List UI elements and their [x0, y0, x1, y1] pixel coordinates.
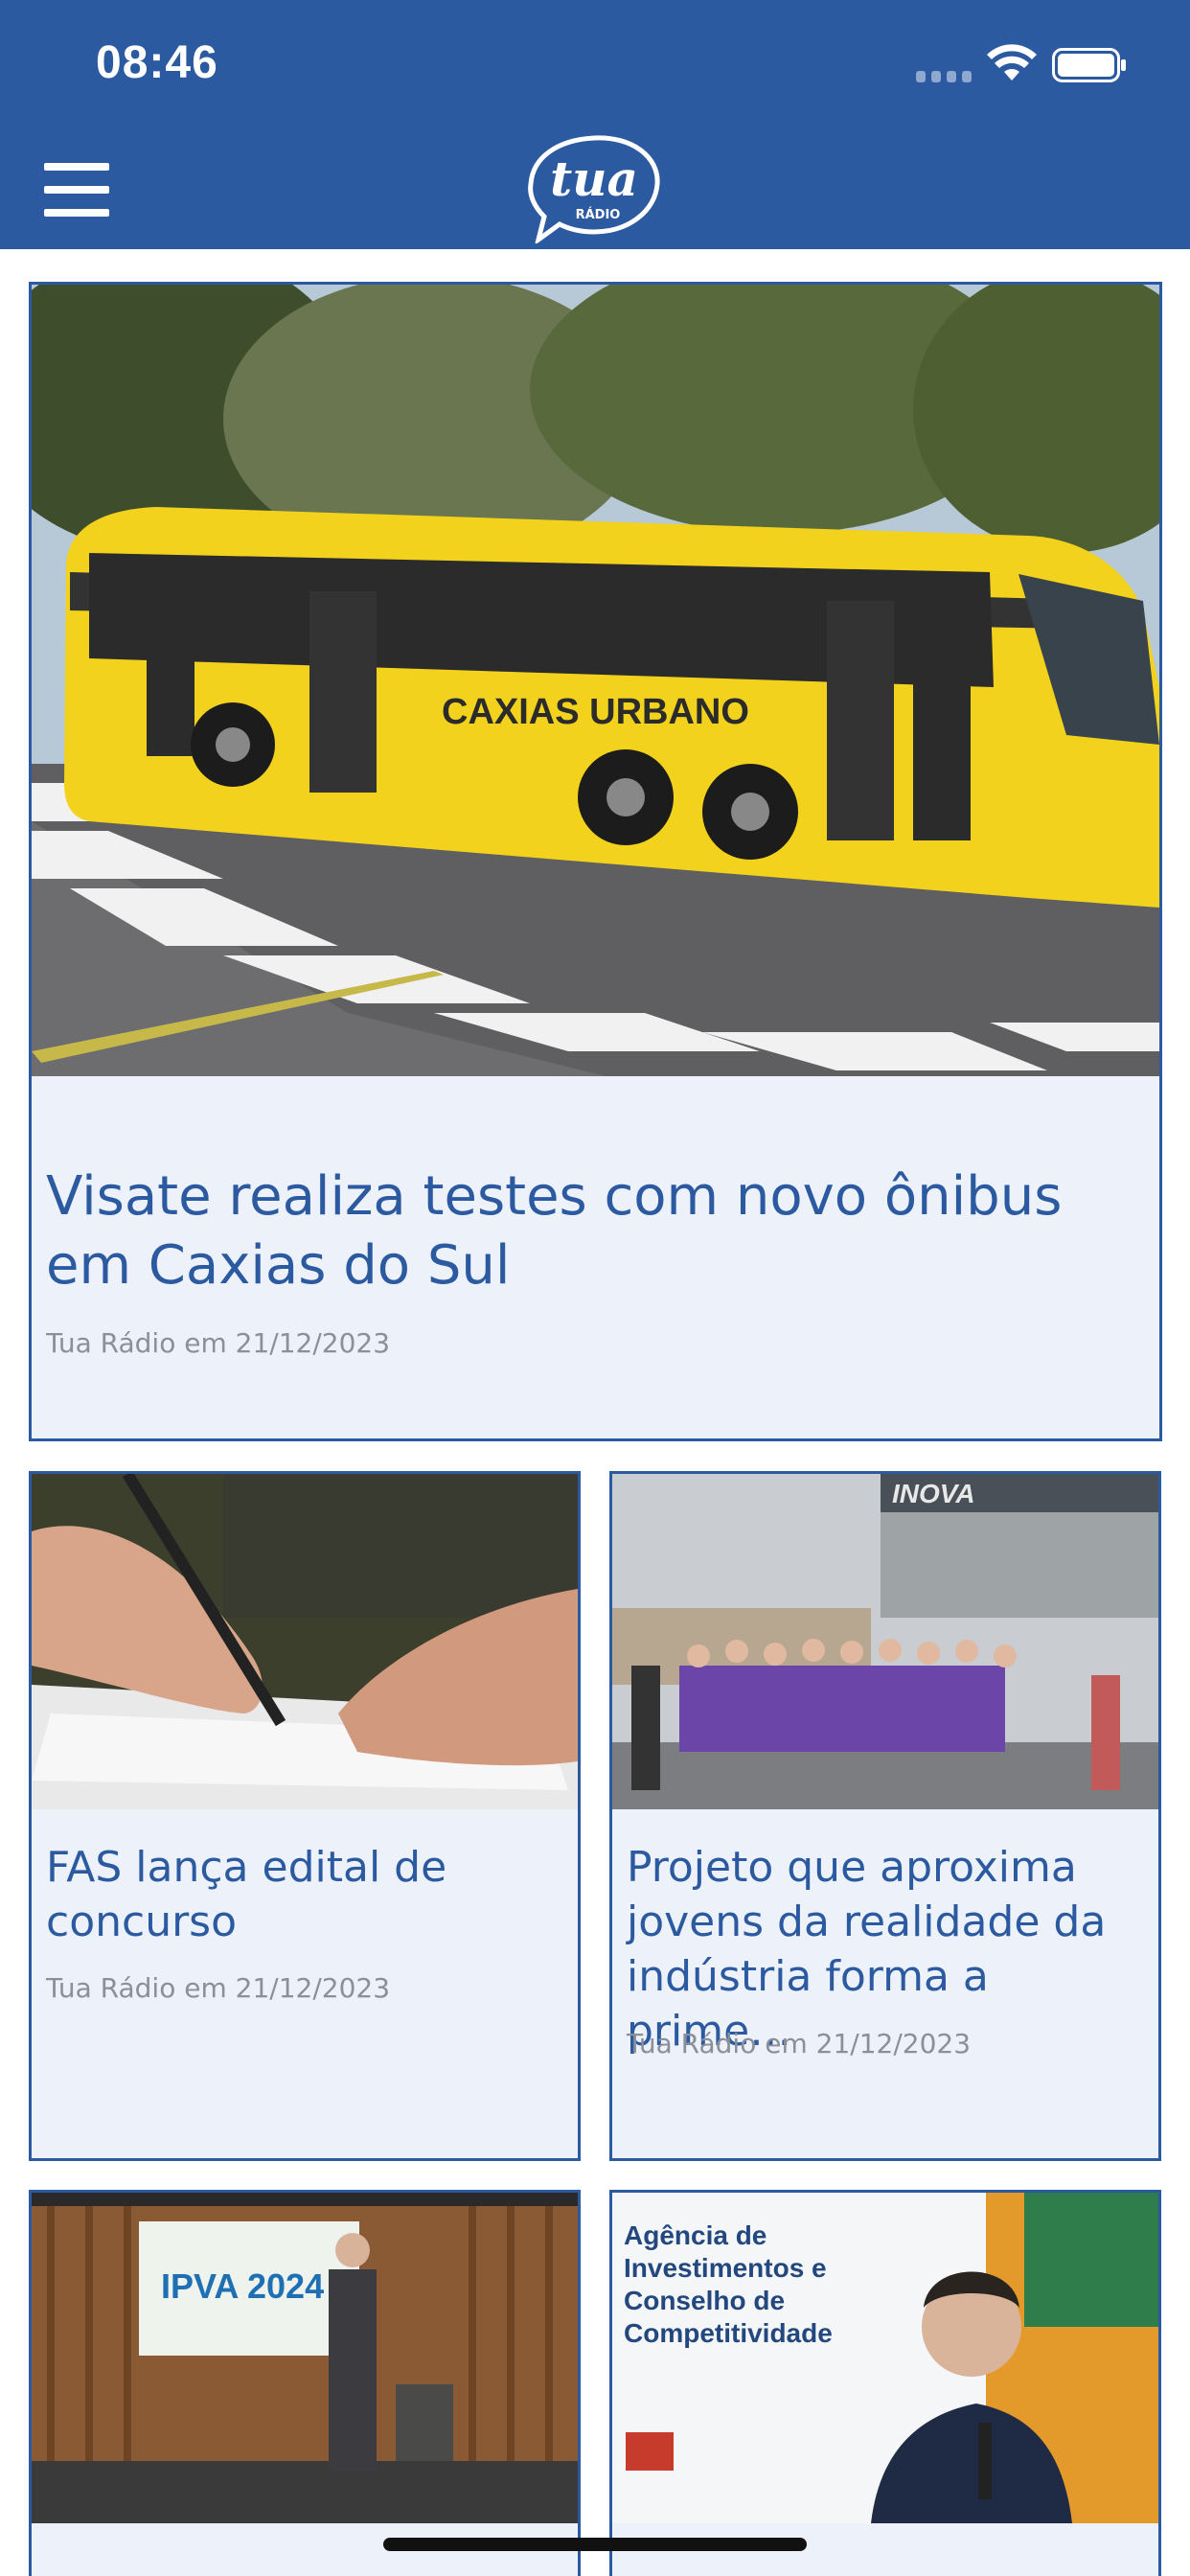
slide-headline: Agência de Investimentos e Conselho de C…	[624, 2220, 833, 2348]
tua-radio-logo[interactable]: tua RÁDIO	[525, 132, 663, 243]
status-time: 08:46	[96, 37, 218, 88]
article-meta: Tua Rádio em 21/12/2023	[627, 2028, 972, 2059]
article-image	[32, 1474, 578, 1809]
article-image: IPVA 2024	[32, 2193, 578, 2523]
article-card[interactable]: Agência de Investimentos e Conselho de C…	[609, 2190, 1161, 2576]
article-card[interactable]: FAS lança edital de concurso Tua Rádio e…	[29, 1471, 581, 2161]
featured-article-card[interactable]: CAXIAS URBANO Visate realiza testes com …	[29, 282, 1162, 1441]
app-header: 08:46 tua RÁDIO	[0, 0, 1190, 249]
article-meta: Tua Rádio em 21/12/2023	[46, 1327, 391, 1359]
article-image: CAXIAS URBANO	[32, 285, 1159, 1076]
article-card[interactable]: INOVA Projeto que aproxima jovens da rea…	[609, 1471, 1161, 2161]
building-sign-text: INOVA	[892, 1479, 975, 1508]
article-title[interactable]: Projeto que aproxima jovens da realidade…	[627, 1840, 1149, 2058]
article-card[interactable]: IPVA 2024	[29, 2190, 581, 2576]
hamburger-menu-button[interactable]	[44, 163, 109, 217]
article-image: INOVA	[612, 1474, 1158, 1809]
article-title[interactable]: FAS lança edital de concurso	[46, 1840, 568, 1949]
home-indicator[interactable]	[383, 2538, 807, 2551]
article-title[interactable]: Visate realiza testes com novo ônibus em…	[46, 1162, 1129, 1300]
article-meta: Tua Rádio em 21/12/2023	[46, 1972, 391, 2004]
screen-text: IPVA 2024	[161, 2266, 324, 2306]
cellular-signal-icon	[916, 71, 972, 82]
article-image: Agência de Investimentos e Conselho de C…	[612, 2193, 1158, 2523]
logo-subtext: RÁDIO	[576, 207, 621, 222]
battery-icon	[1052, 48, 1126, 82]
wifi-icon	[987, 44, 1037, 80]
bus-livery-text: CAXIAS URBANO	[442, 692, 749, 732]
logo-text: tua	[550, 150, 638, 207]
